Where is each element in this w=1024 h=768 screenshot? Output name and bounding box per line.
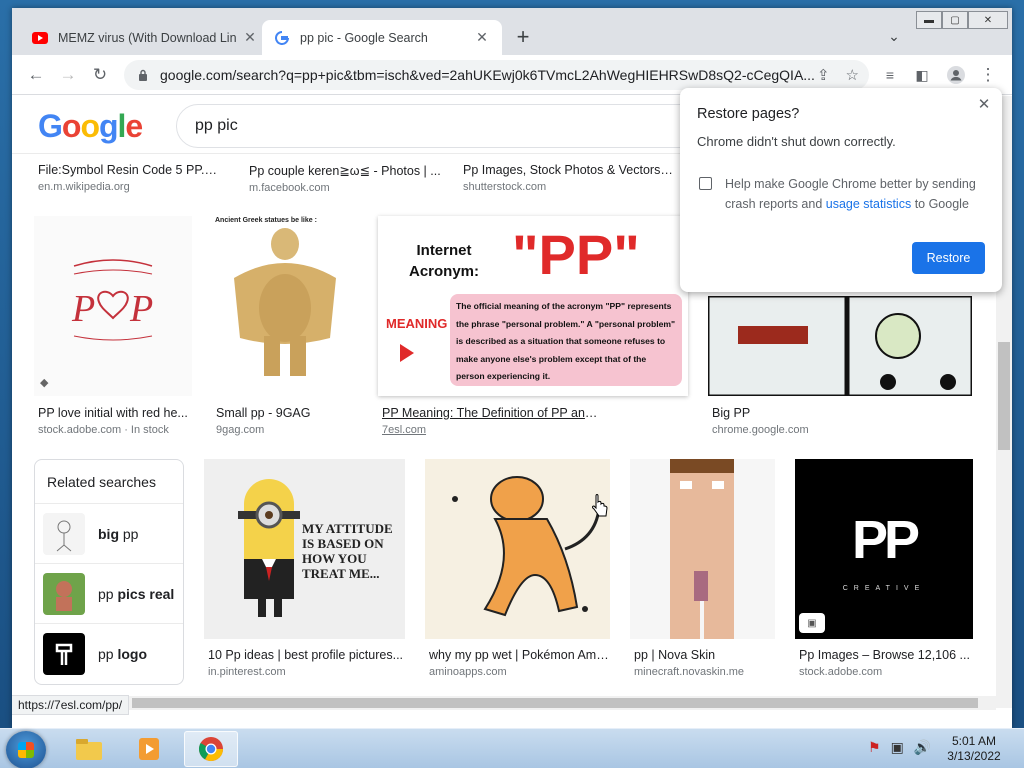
file-explorer-icon[interactable]	[62, 731, 116, 767]
result-caption[interactable]: Small pp - 9GAG 9gag.com	[216, 406, 356, 436]
dialog-message: Chrome didn't shut down correctly.	[697, 134, 896, 149]
result-caption[interactable]: File:Symbol Resin Code 5 PP.sv... en.m.wi…	[38, 163, 223, 193]
start-button[interactable]	[6, 731, 46, 768]
result-image-minion[interactable]: MY ATTITUDE IS BASED ON HOW YOU TREAT ME…	[204, 459, 405, 639]
forward-icon[interactable]: →	[56, 63, 80, 87]
status-bar-url: https://7esl.com/pp/	[12, 695, 130, 715]
result-image-pp-love[interactable]: P P ◆	[34, 216, 192, 396]
close-icon[interactable]: ✕	[472, 28, 492, 48]
result-caption-hovered[interactable]: PP Meaning: The Definition of PP and... 7…	[382, 406, 602, 436]
network-icon[interactable]: ▣	[891, 739, 904, 756]
tag-icon: ◆	[40, 377, 49, 389]
back-icon[interactable]: ←	[24, 63, 48, 87]
related-thumb	[43, 572, 85, 615]
share-icon[interactable]: ⇪	[817, 66, 830, 84]
tab-title: pp pic - Google Search	[300, 30, 428, 45]
horizontal-scrollbar[interactable]	[12, 696, 996, 710]
result-image-pp-creative[interactable]: PP CREATIVE ▣	[795, 459, 973, 639]
google-icon	[274, 30, 290, 46]
result-image-nova-skin[interactable]	[630, 459, 775, 639]
svg-text:P: P	[129, 288, 153, 330]
result-image-big-pp[interactable]	[708, 296, 972, 396]
chrome-taskbar-icon[interactable]	[184, 731, 238, 767]
media-control-icon[interactable]: ≡	[878, 63, 902, 87]
hand-cursor-icon	[592, 494, 608, 517]
result-caption[interactable]: 10 Pp ideas | best profile pictures... in…	[208, 648, 404, 678]
lock-icon	[136, 69, 150, 81]
image-badge-icon: ▣	[799, 613, 825, 633]
chrome-window: MEMZ virus (With Download Lin ✕ pp pic -…	[12, 8, 1012, 728]
related-thumb	[43, 512, 85, 555]
result-caption[interactable]: pp | Nova Skin minecraft.novaskin.me	[634, 648, 774, 678]
checkbox-label: Help make Google Chrome better by sendin…	[725, 177, 976, 211]
media-player-icon[interactable]	[122, 731, 176, 767]
side-panel-icon[interactable]: ◧	[910, 63, 934, 87]
volume-icon[interactable]: 🔊	[914, 739, 931, 756]
menu-kebab-icon[interactable]: ⋮	[976, 63, 1000, 87]
related-searches-heading: Related searches	[35, 460, 183, 504]
tab-strip: MEMZ virus (With Download Lin ✕ pp pic -…	[12, 8, 1012, 55]
profile-avatar-icon[interactable]	[944, 63, 968, 87]
result-caption[interactable]: Pp Images – Browse 12,106 ... stock.adobe…	[799, 648, 971, 678]
taskbar-clock[interactable]: 5:01 AM 3/13/2022	[944, 734, 1004, 764]
pp-logo-text: PP	[851, 510, 920, 570]
restore-pages-dialog: Restore pages? Chrome didn't shut down c…	[680, 88, 1002, 292]
related-item-pp-pics-real[interactable]: pp pics real	[35, 564, 183, 624]
crash-report-checkbox[interactable]	[699, 177, 712, 190]
result-caption[interactable]: Pp Images, Stock Photos & Vectors ... shu…	[463, 163, 673, 193]
result-caption[interactable]: why my pp wet | Pokémon Ami... aminoapps.…	[429, 648, 609, 678]
taskbar: ⚑ ▣ 🔊 5:01 AM 3/13/2022	[0, 728, 1024, 768]
system-tray: ⚑ ▣ 🔊	[868, 739, 931, 756]
close-icon[interactable]: ✕	[974, 94, 994, 114]
chevron-down-icon[interactable]: ⌄	[884, 26, 904, 46]
action-center-flag-icon[interactable]: ⚑	[868, 739, 881, 756]
tab-google-search[interactable]: pp pic - Google Search ✕	[262, 20, 502, 55]
result-caption[interactable]: PP love initial with red he... stock.adob…	[38, 406, 198, 436]
related-item-pp-logo[interactable]: pp logo	[35, 624, 183, 684]
maximize-button[interactable]: ▢	[942, 11, 968, 29]
result-caption[interactable]: Pp couple keren≧ω≦ - Photos | ... m.faceb…	[249, 163, 444, 194]
tab-memz[interactable]: MEMZ virus (With Download Lin ✕	[20, 20, 270, 55]
arrow-icon	[400, 344, 414, 362]
related-thumb	[43, 633, 85, 675]
svg-text:P: P	[71, 288, 95, 330]
reload-icon[interactable]: ↻	[88, 63, 112, 87]
result-caption[interactable]: Big PP chrome.google.com	[712, 406, 892, 436]
omnibox[interactable]: google.com/search?q=pp+pic&tbm=isch&ved=…	[124, 60, 869, 90]
google-logo[interactable]: Google	[38, 108, 143, 145]
window-close-button[interactable]: ✕	[968, 11, 1008, 29]
new-tab-button[interactable]: +	[510, 24, 536, 50]
result-image-7esl[interactable]: Internet Acronym: "PP" MEANING The offic…	[378, 216, 688, 396]
close-icon[interactable]: ✕	[240, 28, 260, 48]
result-image-pokemon[interactable]	[425, 459, 610, 639]
search-input[interactable]: pp pic	[176, 104, 736, 148]
related-searches: Related searches big pp pp pics real pp …	[34, 459, 184, 685]
restore-button[interactable]: Restore	[912, 242, 985, 274]
youtube-icon	[32, 30, 48, 46]
related-item-big-pp[interactable]: big pp	[35, 504, 183, 564]
minimize-button[interactable]: ▬	[916, 11, 942, 29]
usage-statistics-link[interactable]: usage statistics	[826, 197, 911, 211]
bookmark-star-icon[interactable]: ☆	[846, 66, 859, 84]
tab-title: MEMZ virus (With Download Lin	[58, 30, 237, 45]
result-image-9gag[interactable]: Ancient Greek statues be like :	[212, 216, 358, 396]
dialog-title: Restore pages?	[697, 106, 800, 122]
url-text: google.com/search?q=pp+pic&tbm=isch&ved=…	[160, 67, 815, 83]
